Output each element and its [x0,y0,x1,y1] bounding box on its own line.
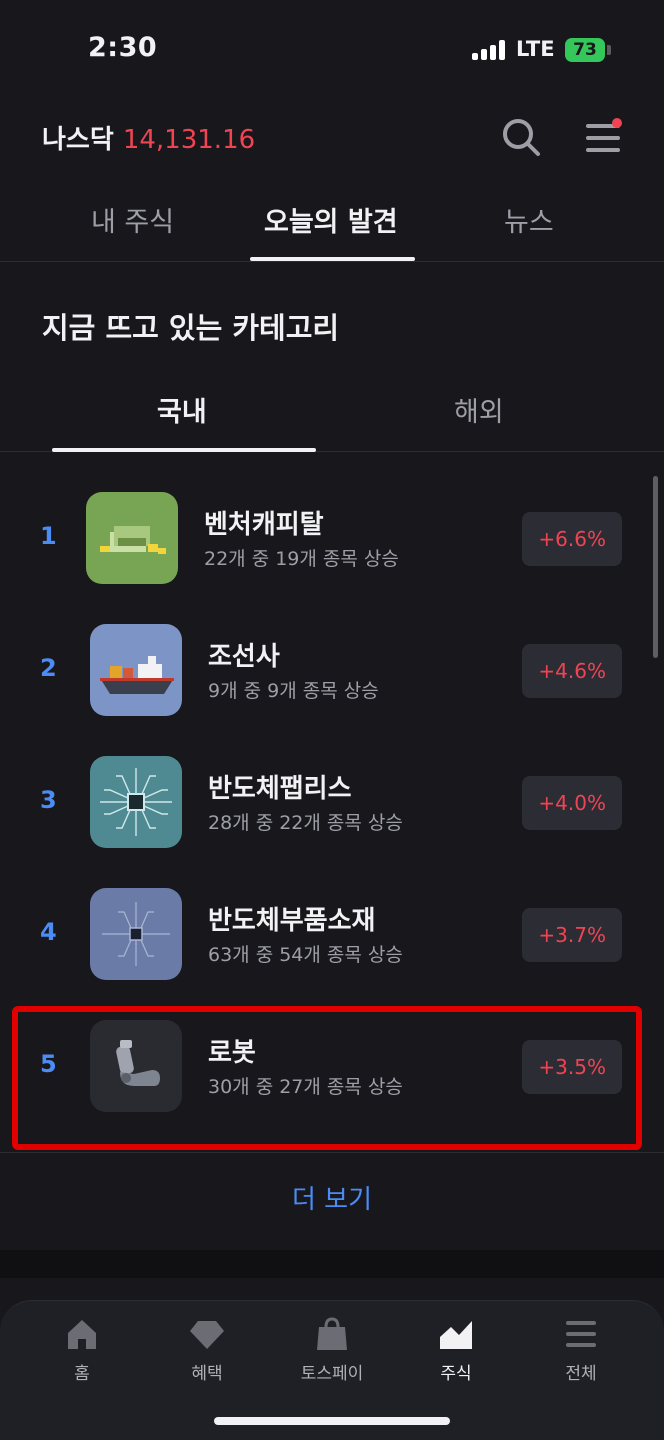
section-title: 지금 뜨고 있는 카테고리 [42,311,340,345]
top-tabs: 내 주식 오늘의 발견 뉴스 [0,190,664,262]
nav-label: 토스페이 [300,1364,364,1384]
category-summary: 9개 중 9개 종목 상승 [208,680,379,702]
category-name: 조선사 [208,642,280,672]
battery-tip [607,45,611,55]
stock-chart-icon [440,1321,472,1349]
index-value: 14,131.16 [122,125,256,155]
battery-icon: 73 [565,38,605,62]
nav-label: 홈 [74,1364,90,1384]
notification-dot [612,118,622,128]
robot-arm-icon [90,1020,182,1112]
see-more-button[interactable]: 더 보기 [0,1170,664,1230]
tab-news[interactable]: 뉴스 [504,200,554,239]
nav-all[interactable]: 전체 [531,1315,631,1384]
list-item[interactable]: 4 반도체부품소재 63개 중 54개 종목 상승 +3.7% [0,866,664,986]
home-indicator [214,1417,450,1425]
gem-icon [190,1321,224,1349]
change-badge: +3.5% [522,1040,622,1094]
tab-today-discover[interactable]: 오늘의 발견 [264,200,398,239]
network-type: LTE [516,37,555,61]
category-summary: 30개 중 27개 종목 상승 [208,1076,403,1098]
category-name: 반도체팹리스 [208,774,352,804]
divider [0,1152,664,1153]
scrollbar[interactable] [653,476,658,658]
search-button[interactable] [500,116,542,158]
status-time: 2:30 [88,32,158,63]
change-badge: +4.6% [522,644,622,698]
change-badge: +3.7% [522,908,622,962]
category-summary: 63개 중 54개 종목 상승 [208,944,403,966]
cellular-signal-icon [472,40,506,60]
market-index[interactable]: 나스닥 14,131.16 [42,119,255,156]
list-item[interactable]: 3 반도체팹리스 28개 중 22개 종목 상승 +4.0% [0,734,664,854]
category-name: 벤처캐피탈 [204,510,324,540]
list-item[interactable]: 5 로봇 30개 중 27개 종목 상승 +3.5% [0,998,664,1118]
tab-overseas[interactable]: 해외 [454,390,504,429]
nav-label: 전체 [565,1364,597,1384]
stock-discover-screen: 2:30 LTE 73 나스닥 14,131.16 내 주식 오늘의 발견 뉴스… [0,0,664,1440]
shopping-bag-icon [317,1317,347,1350]
tab-domestic[interactable]: 국내 [157,390,207,429]
search-icon [503,119,540,156]
rank-number: 1 [40,522,57,550]
tab-my-stocks[interactable]: 내 주식 [91,200,174,239]
hamburger-icon [566,1321,596,1347]
active-subtab-indicator [52,448,316,452]
chip-circuit-icon [90,756,182,848]
status-bar: 2:30 LTE 73 [0,0,664,100]
rank-number: 3 [40,786,57,814]
nav-stocks[interactable]: 주식 [406,1315,506,1384]
rank-number: 2 [40,654,57,682]
list-item[interactable]: 2 조선사 9개 중 9개 종목 상승 +4.6% [0,602,664,722]
category-summary: 22개 중 19개 종목 상승 [204,548,399,570]
ship-icon [90,624,182,716]
home-icon [68,1320,96,1349]
chip-board-icon [90,888,182,980]
section-separator [0,1250,664,1278]
active-tab-indicator [250,257,415,261]
battery-level: 73 [573,40,597,60]
money-stack-icon [86,492,178,584]
nav-label: 혜택 [191,1364,223,1384]
category-name: 로봇 [208,1038,256,1068]
change-badge: +4.0% [522,776,622,830]
rank-number: 4 [40,918,57,946]
nav-benefits[interactable]: 혜택 [157,1315,257,1384]
list-item[interactable]: 1 벤처캐피탈 22개 중 19개 종목 상승 +6.6% [0,470,664,590]
sub-tabs: 국내 해외 [0,368,664,452]
nav-tosspay[interactable]: 토스페이 [282,1315,382,1384]
index-name: 나스닥 [42,125,114,155]
category-summary: 28개 중 22개 종목 상승 [208,812,403,834]
change-badge: +6.6% [522,512,622,566]
nav-home[interactable]: 홈 [32,1315,132,1384]
category-name: 반도체부품소재 [208,906,376,936]
nav-label: 주식 [440,1364,472,1384]
rank-number: 5 [40,1050,57,1078]
